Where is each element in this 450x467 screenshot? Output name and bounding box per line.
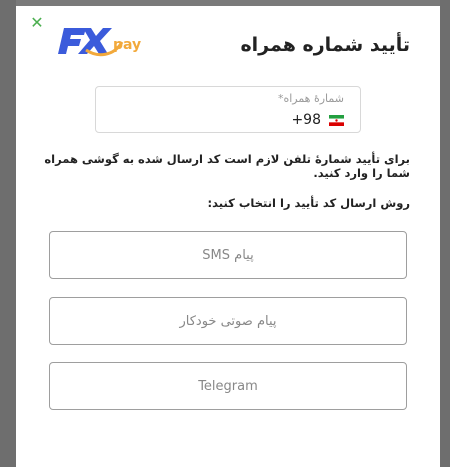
sms-method-label: پیام SMS — [202, 247, 254, 263]
verify-phone-modal: ✕ pay تأیید شماره همراه شمارهٔ همراه* +9… — [16, 6, 440, 467]
telegram-method-button[interactable]: Telegram — [49, 362, 407, 410]
voice-call-method-label: پیام صوتی خودکار — [179, 313, 277, 329]
overlay-backdrop-right — [440, 0, 450, 467]
fxpay-logo: pay — [58, 28, 141, 57]
phone-value-row: +98 — [291, 112, 344, 128]
close-icon[interactable]: ✕ — [29, 14, 45, 32]
phone-field-label: شمارهٔ همراه* — [277, 92, 344, 105]
page-title: تأیید شماره همراه — [240, 34, 410, 56]
sms-method-button[interactable]: پیام SMS — [49, 231, 407, 279]
logo-pay-text: pay — [113, 37, 141, 53]
overlay-backdrop — [0, 0, 16, 467]
instruction-text: برای تأیید شمارهٔ تلفن لازم است کد ارسال… — [44, 152, 410, 180]
iran-flag-icon — [329, 114, 344, 126]
phone-field[interactable]: شمارهٔ همراه* +98 — [95, 86, 361, 133]
voice-call-method-button[interactable]: پیام صوتی خودکار — [49, 297, 407, 345]
method-select-label: روش ارسال کد تأیید را انتخاب کنید: — [207, 196, 410, 210]
country-code: +98 — [291, 112, 321, 128]
telegram-method-label: Telegram — [198, 378, 258, 394]
